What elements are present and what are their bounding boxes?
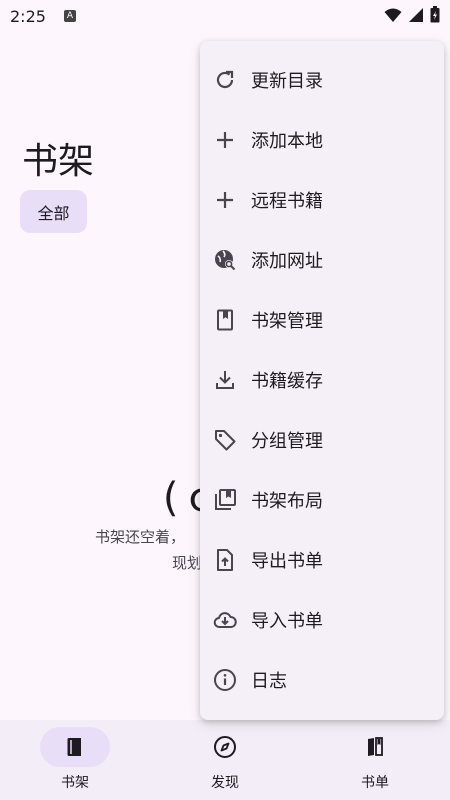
- notification-icon: A: [63, 10, 76, 22]
- menu-item-remote-books[interactable]: 远程书籍: [200, 170, 444, 230]
- overflow-menu: 更新目录 添加本地 远程书籍 添加网址 书架管理 书籍缓存 分组管理 书架布局 …: [200, 41, 444, 720]
- menu-item-add-url[interactable]: 添加网址: [200, 230, 444, 290]
- menu-item-label: 书架布局: [251, 491, 323, 512]
- menu-item-label: 添加本地: [251, 131, 323, 152]
- menu-item-label: 远程书籍: [251, 191, 323, 212]
- web-search-icon: [213, 248, 237, 272]
- battery-icon: [430, 6, 440, 23]
- nav-label: 发现: [211, 775, 239, 791]
- status-time: 2:25: [10, 6, 46, 26]
- cloud-download-icon: [213, 608, 237, 632]
- menu-item-label: 导入书单: [251, 611, 323, 632]
- plus-icon: [213, 128, 237, 152]
- menu-item-label: 书籍缓存: [251, 371, 323, 392]
- plus-icon: [213, 188, 237, 212]
- library-icon: [213, 488, 237, 512]
- filter-chip-all[interactable]: 全部: [20, 190, 87, 233]
- bottom-navigation: 书架 发现 书单: [0, 720, 450, 800]
- menu-item-export-booklist[interactable]: 导出书单: [200, 530, 444, 590]
- bookmark-icon: [213, 308, 237, 332]
- download-icon: [213, 368, 237, 392]
- menu-item-label: 更新目录: [251, 71, 323, 92]
- status-icons: [384, 6, 440, 23]
- menu-item-label: 导出书单: [251, 551, 323, 572]
- compass-icon: [214, 736, 236, 758]
- menu-item-label: 书架管理: [251, 311, 323, 332]
- wifi-icon: [384, 8, 402, 22]
- nav-label: 书单: [361, 775, 389, 791]
- menu-item-group-manage[interactable]: 分组管理: [200, 410, 444, 470]
- empty-state-message: 书架还空着，: [95, 528, 186, 546]
- tag-icon: [213, 428, 237, 452]
- refresh-icon: [213, 68, 237, 92]
- status-bar: 2:25 A: [0, 0, 450, 32]
- booklist-icon: [368, 737, 383, 756]
- info-icon: [213, 668, 237, 692]
- nav-item-bookshelf[interactable]: 书架: [0, 720, 150, 800]
- menu-item-shelf-manage[interactable]: 书架管理: [200, 290, 444, 350]
- menu-item-import-booklist[interactable]: 导入书单: [200, 590, 444, 650]
- signal-icon: [409, 7, 423, 22]
- menu-item-log[interactable]: 日志: [200, 650, 444, 710]
- menu-item-shelf-layout[interactable]: 书架布局: [200, 470, 444, 530]
- book-icon: [67, 738, 81, 756]
- nav-active-indicator: [40, 727, 110, 767]
- nav-label: 书架: [61, 775, 89, 791]
- menu-item-update-toc[interactable]: 更新目录: [200, 50, 444, 110]
- empty-state-hint: 现划: [172, 554, 203, 572]
- file-upload-icon: [213, 548, 237, 572]
- nav-item-booklist[interactable]: 书单: [300, 720, 450, 800]
- menu-item-cache[interactable]: 书籍缓存: [200, 350, 444, 410]
- menu-item-label: 分组管理: [251, 431, 323, 452]
- menu-item-label: 添加网址: [251, 251, 323, 272]
- menu-item-label: 日志: [251, 671, 287, 692]
- menu-item-add-local[interactable]: 添加本地: [200, 110, 444, 170]
- page-title: 书架: [22, 141, 95, 182]
- nav-item-discover[interactable]: 发现: [150, 720, 300, 800]
